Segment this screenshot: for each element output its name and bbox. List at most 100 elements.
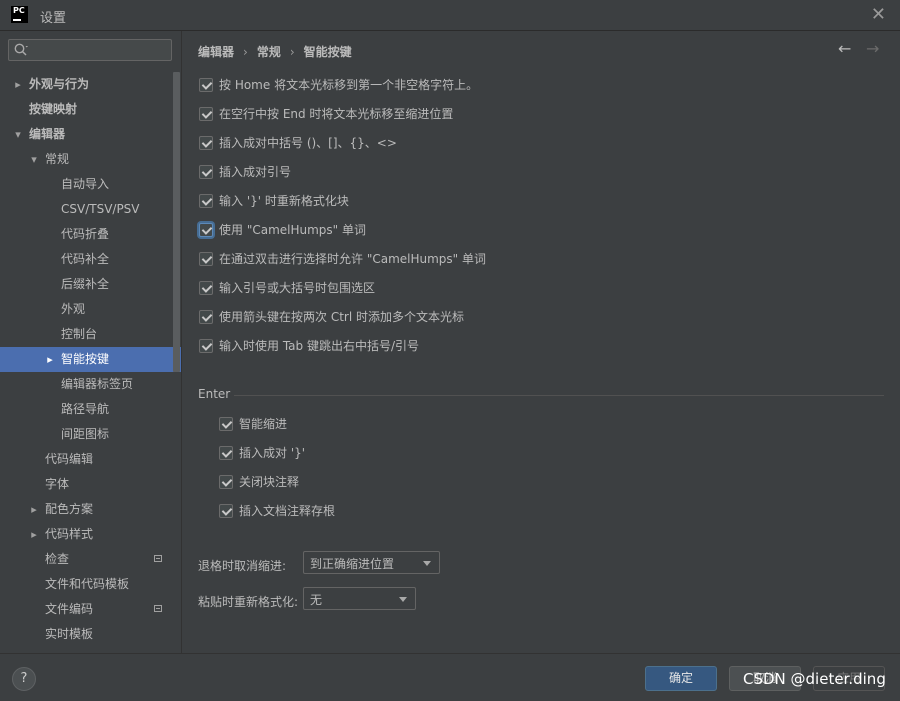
chevron-down-icon[interactable]: ▾ [28, 147, 40, 172]
close-icon[interactable]: ✕ [871, 4, 886, 25]
checkbox-label[interactable]: 使用 "CamelHumps" 单词 [219, 221, 366, 239]
checkbox-label[interactable]: 在空行中按 End 时将文本光标移至缩进位置 [219, 105, 453, 123]
checkbox[interactable] [219, 504, 233, 518]
checkbox[interactable] [219, 417, 233, 431]
reformat-on-paste-label: 粘贴时重新格式化: [198, 595, 299, 609]
sidebar-item[interactable]: CSV/TSV/PSV [0, 197, 181, 222]
sidebar-item-label: 自动导入 [61, 177, 110, 191]
help-button[interactable]: ? [12, 667, 36, 691]
sidebar-item[interactable]: 控制台 [0, 322, 181, 347]
search-input[interactable] [33, 41, 171, 61]
sidebar-item[interactable]: 实时模板 [0, 622, 181, 647]
sidebar-item-label: 编辑器 [29, 127, 66, 141]
sidebar-item[interactable]: ▸ 代码样式 [0, 522, 181, 547]
checkbox-label[interactable]: 在通过双击进行选择时允许 "CamelHumps" 单词 [219, 250, 486, 268]
reformat-on-paste-dropdown[interactable]: 无 [303, 587, 416, 610]
breadcrumb-item[interactable]: 编辑器 [198, 45, 234, 59]
pycharm-logo-icon: PC [11, 6, 28, 23]
sidebar-item[interactable]: 文件编码 [0, 597, 181, 622]
checkbox[interactable] [219, 475, 233, 489]
sidebar-item[interactable]: 字体 [0, 472, 181, 497]
sidebar-item[interactable]: 代码编辑 [0, 447, 181, 472]
sidebar-item[interactable]: 文件和代码模板 [0, 572, 181, 597]
sidebar-item[interactable]: 外观 [0, 297, 181, 322]
checkbox[interactable] [199, 339, 213, 353]
chevron-down-icon [423, 561, 431, 566]
backspace-unindent-dropdown[interactable]: 到正确缩进位置 [303, 551, 440, 574]
checkbox-label[interactable]: 按 Home 将文本光标移到第一个非空格字符上。 [219, 76, 478, 94]
sidebar-item[interactable]: ▾ 常规 [0, 147, 181, 172]
checkbox-label[interactable]: 关闭块注释 [239, 473, 299, 491]
checkbox-label[interactable]: 插入成对 '}' [239, 444, 305, 462]
sidebar-item[interactable]: 后缀补全 [0, 272, 181, 297]
breadcrumb: 编辑器 › 常规 › 智能按键 [198, 43, 352, 60]
sidebar-item[interactable]: 路径导航 [0, 397, 181, 422]
search-icon [14, 43, 28, 56]
sidebar-item[interactable]: 检查 [0, 547, 181, 572]
backspace-unindent-label: 退格时取消缩进: [198, 559, 287, 573]
chevron-right-icon[interactable]: ▸ [28, 497, 40, 522]
ok-button[interactable]: 确定 [645, 666, 717, 691]
sidebar-item-label: 配色方案 [45, 502, 94, 516]
checkbox-label[interactable]: 插入成对中括号 ()、[]、{}、<> [219, 134, 397, 152]
chevron-right-icon[interactable]: ▸ [12, 72, 24, 97]
checkbox-label[interactable]: 插入成对引号 [219, 163, 291, 181]
sidebar-item[interactable]: 编辑器标签页 [0, 372, 181, 397]
checkbox[interactable] [199, 107, 213, 121]
back-arrow-icon[interactable]: ← [838, 39, 851, 58]
title-bar: PC 设置 ✕ [0, 0, 900, 31]
sidebar-item-label: 代码编辑 [45, 452, 94, 466]
sidebar-item[interactable]: 代码折叠 [0, 222, 181, 247]
checkbox[interactable] [199, 165, 213, 179]
sidebar-item[interactable]: ▾ 编辑器 [0, 122, 181, 147]
checkbox[interactable] [199, 310, 213, 324]
section-divider [234, 395, 884, 396]
sidebar-item-label: 按键映射 [29, 102, 78, 116]
dropdown-value: 到正确缩进位置 [310, 557, 395, 571]
checkbox[interactable] [199, 194, 213, 208]
breadcrumb-item: 智能按键 [303, 45, 352, 59]
checkbox-label[interactable]: 输入时使用 Tab 键跳出右中括号/引号 [219, 337, 419, 355]
checkbox-label[interactable]: 输入引号或大括号时包围选区 [219, 279, 375, 297]
sidebar-item[interactable]: 按键映射 [0, 97, 181, 122]
chevron-right-icon[interactable]: ▸ [44, 347, 56, 372]
checkbox-label[interactable]: 插入文档注释存根 [239, 502, 335, 520]
checkbox[interactable] [199, 252, 213, 266]
project-scope-icon [154, 605, 162, 612]
sidebar-item-label: 文件编码 [45, 602, 94, 616]
checkbox[interactable] [199, 281, 213, 295]
settings-tree: ▸ 外观与行为按键映射 ▾ 编辑器 ▾ 常规自动导入 CSV/TSV/PSV 代码折叠代码补全… [0, 72, 181, 647]
settings-sidebar: ▸ 外观与行为按键映射 ▾ 编辑器 ▾ 常规自动导入 CSV/TSV/PSV 代码折叠代码补全… [0, 31, 182, 653]
chevron-right-icon[interactable]: ▸ [28, 522, 40, 547]
sidebar-item-label: 代码样式 [45, 527, 94, 541]
sidebar-item[interactable]: 自动导入 [0, 172, 181, 197]
search-box[interactable] [8, 39, 172, 61]
breadcrumb-item[interactable]: 常规 [257, 45, 281, 59]
sidebar-item-label: 代码折叠 [61, 227, 110, 241]
project-scope-icon [154, 555, 162, 562]
checkbox[interactable] [199, 136, 213, 150]
checkbox-label[interactable]: 输入 '}' 时重新格式化块 [219, 192, 349, 210]
sidebar-item[interactable]: 代码补全 [0, 247, 181, 272]
sidebar-item-label: 字体 [45, 477, 70, 491]
breadcrumb-separator: › [289, 45, 295, 59]
sidebar-item[interactable]: 间距图标 [0, 422, 181, 447]
checkbox[interactable] [219, 446, 233, 460]
main-panel: 编辑器 › 常规 › 智能按键 ← → 按 Home 将文本光标移到第一个非空格字符上。… [182, 31, 900, 653]
sidebar-item-label: 外观与行为 [29, 77, 90, 91]
checkbox[interactable] [199, 223, 213, 237]
sidebar-scrollbar[interactable] [173, 72, 180, 372]
checkbox[interactable] [199, 78, 213, 92]
watermark: CSDN @dieter.ding [743, 670, 886, 688]
sidebar-item[interactable]: ▸ 外观与行为 [0, 72, 181, 97]
dialog-footer: ? 确定 取消 应用 CSDN @dieter.ding [0, 653, 900, 701]
checkbox-label[interactable]: 使用箭头键在按两次 Ctrl 时添加多个文本光标 [219, 308, 464, 326]
sidebar-item[interactable]: ▸ 智能按键 [0, 347, 181, 372]
sidebar-item-label: 代码补全 [61, 252, 110, 266]
dropdown-value: 无 [310, 593, 323, 607]
sidebar-item-label: 控制台 [61, 327, 98, 341]
chevron-down-icon[interactable]: ▾ [12, 122, 24, 147]
sidebar-item[interactable]: ▸ 配色方案 [0, 497, 181, 522]
sidebar-item-label: 文件和代码模板 [45, 577, 130, 591]
checkbox-label[interactable]: 智能缩进 [239, 415, 287, 433]
